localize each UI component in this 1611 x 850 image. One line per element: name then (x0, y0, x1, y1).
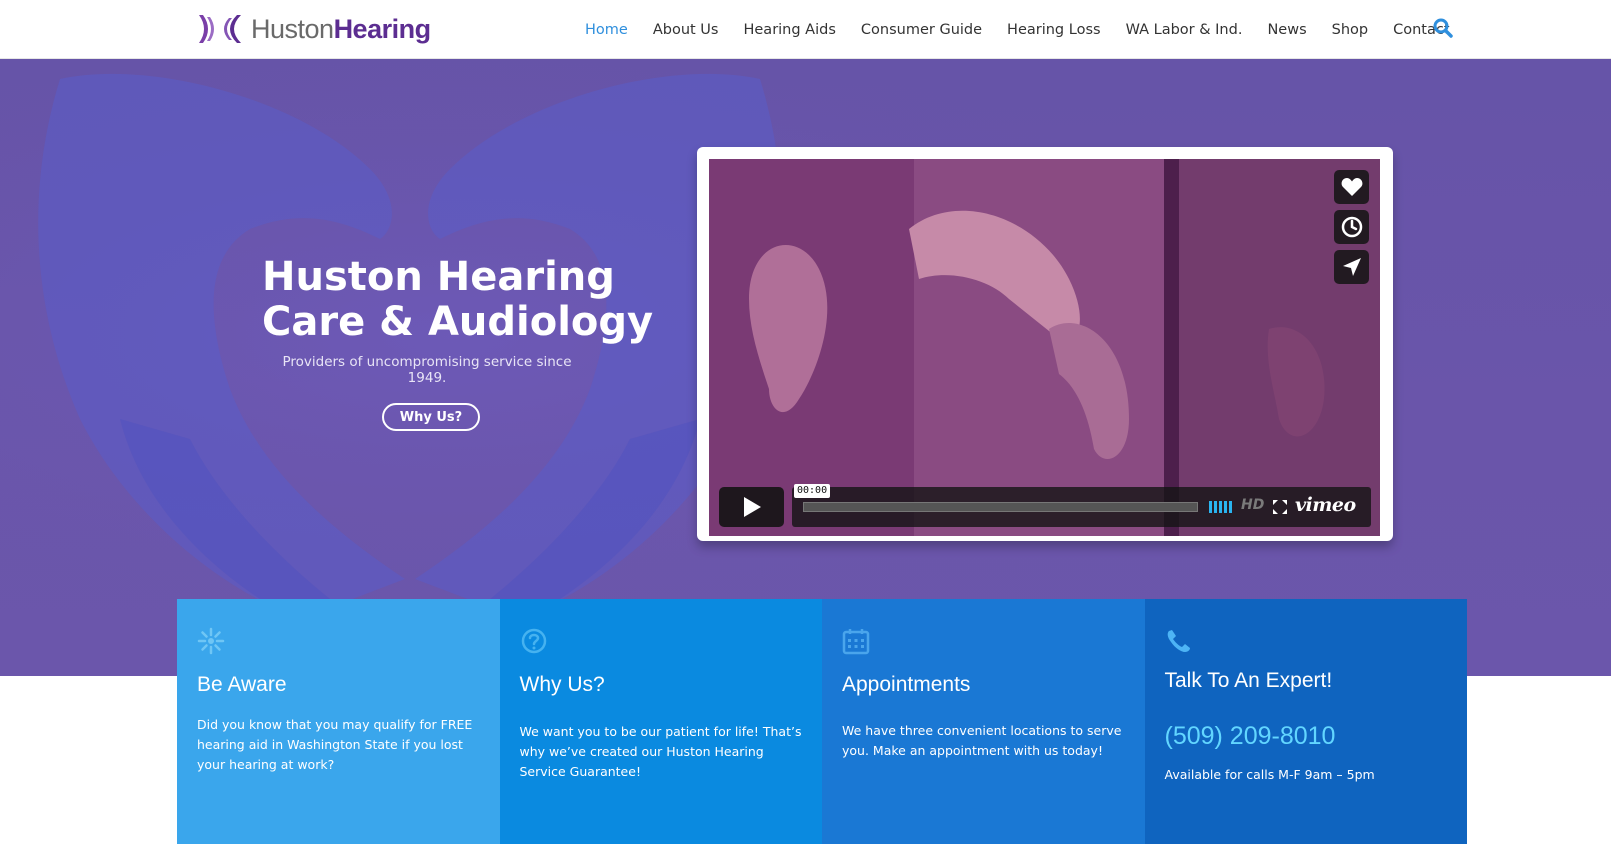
sparkle-icon (197, 627, 225, 655)
feature-text: We want you to be our patient for life! … (519, 724, 802, 779)
hd-toggle[interactable]: HD (1241, 497, 1264, 513)
hero-title-line2: Care & Audiology (262, 299, 654, 345)
volume-control[interactable] (1209, 501, 1233, 513)
hero-subtitle: Providers of uncompromising service sinc… (282, 354, 572, 386)
calendar-icon (842, 629, 870, 655)
volume-bar (1209, 501, 1212, 513)
nav-item-wa-labor[interactable]: WA Labor & Ind. (1126, 22, 1243, 38)
watch-later-button[interactable] (1334, 210, 1369, 244)
vimeo-logo[interactable]: vimeo (1295, 494, 1356, 516)
send-icon (1342, 258, 1361, 276)
video-controls: 00:00 HD vimeo (719, 484, 1371, 527)
share-button[interactable] (1334, 250, 1369, 284)
site-header: HustonHearing Home About Us Hearing Aids… (0, 0, 1611, 59)
feature-appointments[interactable]: Appointments We have three convenient lo… (822, 599, 1145, 844)
phone-icon (1167, 630, 1190, 652)
site-logo[interactable]: HustonHearing (197, 12, 431, 46)
volume-bar (1219, 501, 1222, 513)
feature-boxes: Be Aware Did you know that you may quali… (177, 599, 1467, 844)
main-nav: Home About Us Hearing Aids Consumer Guid… (585, 0, 1475, 59)
feature-title: Be Aware (197, 673, 287, 696)
hero-title: Huston Hearing Care & Audiology (262, 255, 682, 345)
question-icon (521, 628, 546, 654)
nav-item-hearing-loss[interactable]: Hearing Loss (1007, 22, 1101, 38)
like-button[interactable] (1334, 170, 1369, 204)
volume-bar (1229, 501, 1232, 513)
nav-item-about-us[interactable]: About Us (653, 22, 719, 38)
time-display: 00:00 (794, 484, 831, 498)
video-thumbnail (709, 159, 1380, 536)
search-icon[interactable] (1432, 17, 1454, 39)
logo-mark-icon (199, 15, 241, 43)
logo-text: HustonHearing (251, 13, 432, 44)
video-frame: 00:00 HD vimeo (697, 147, 1393, 541)
nav-item-shop[interactable]: Shop (1332, 22, 1368, 38)
feature-text: We have three convenient locations to se… (842, 723, 1122, 758)
feature-title: Talk To An Expert! (1164, 669, 1333, 692)
nav-item-hearing-aids[interactable]: Hearing Aids (743, 22, 835, 38)
heart-icon (1341, 178, 1362, 196)
feature-talk-to-expert[interactable]: Talk To An Expert! (509) 209-8010 Availa… (1144, 599, 1467, 844)
feature-title: Appointments (842, 673, 971, 696)
logo-text-light: Huston (251, 13, 334, 44)
logo-text-bold: Hearing (333, 13, 432, 44)
progress-bar[interactable] (803, 502, 1198, 512)
nav-item-news[interactable]: News (1267, 22, 1306, 38)
play-button[interactable] (719, 487, 784, 527)
volume-bar (1214, 501, 1217, 513)
clock-icon (1341, 216, 1362, 238)
feature-be-aware[interactable]: Be Aware Did you know that you may quali… (177, 599, 500, 844)
feature-text: Did you know that you may qualify for FR… (197, 717, 473, 772)
feature-title: Why Us? (519, 673, 605, 696)
hero-title-line1: Huston Hearing (262, 254, 615, 300)
hero-section: Huston Hearing Care & Audiology Provider… (0, 59, 1611, 676)
nav-item-consumer-guide[interactable]: Consumer Guide (861, 22, 982, 38)
feature-why-us[interactable]: Why Us? We want you to be our patient fo… (499, 599, 822, 844)
volume-bar (1224, 501, 1227, 513)
video-player[interactable]: 00:00 HD vimeo (709, 159, 1380, 536)
feature-text: Available for calls M-F 9am – 5pm (1164, 767, 1375, 782)
play-icon (743, 497, 761, 517)
why-us-button[interactable]: Why Us? (382, 403, 480, 431)
fullscreen-icon[interactable] (1272, 499, 1288, 515)
phone-number[interactable]: (509) 209-8010 (1165, 722, 1336, 751)
nav-item-home[interactable]: Home (585, 22, 628, 38)
